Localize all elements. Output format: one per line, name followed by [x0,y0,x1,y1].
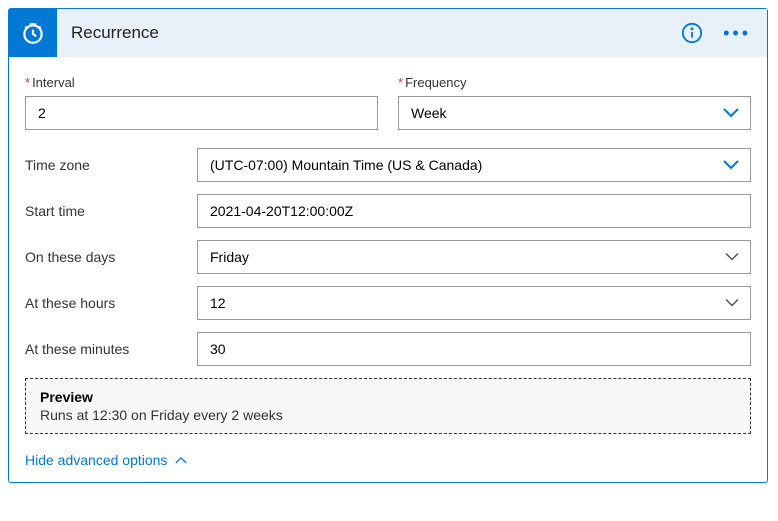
info-icon [681,22,703,44]
on-days-select[interactable]: Friday [197,240,751,274]
hide-advanced-options-link[interactable]: Hide advanced options [25,452,187,468]
card-body: *Interval *Frequency Week T [9,57,767,482]
start-time-label: Start time [25,203,197,219]
on-days-label: On these days [25,249,197,265]
interval-label: *Interval [25,75,378,90]
interval-field: *Interval [25,75,378,130]
frequency-select[interactable]: Week [398,96,751,130]
required-asterisk: * [398,75,403,90]
preview-box: Preview Runs at 12:30 on Friday every 2 … [25,378,751,434]
interval-frequency-row: *Interval *Frequency Week [25,75,751,130]
interval-label-text: Interval [32,75,75,90]
start-time-input[interactable] [197,194,751,228]
card-header: Recurrence ••• [9,9,767,57]
chevron-up-icon [175,454,187,466]
preview-text: Runs at 12:30 on Friday every 2 weeks [40,407,736,423]
at-minutes-row: At these minutes [25,332,751,366]
preview-title: Preview [40,389,736,405]
frequency-field: *Frequency Week [398,75,751,130]
info-button[interactable] [679,20,705,46]
at-minutes-input[interactable] [197,332,751,366]
on-days-value: Friday [210,249,249,265]
required-asterisk: * [25,75,30,90]
at-hours-row: At these hours 12 [25,286,751,320]
timezone-value: (UTC-07:00) Mountain Time (US & Canada) [210,157,482,173]
timezone-select[interactable]: (UTC-07:00) Mountain Time (US & Canada) [197,148,751,182]
interval-input[interactable] [25,96,378,130]
timezone-label: Time zone [25,157,197,173]
recurrence-card: Recurrence ••• *Interval *Frequency [8,8,768,483]
toggle-label: Hide advanced options [25,452,167,468]
clock-icon [9,9,57,57]
ellipsis-icon: ••• [723,23,751,43]
frequency-value: Week [411,105,447,121]
start-time-row: Start time [25,194,751,228]
more-button[interactable]: ••• [719,23,755,44]
at-hours-select[interactable]: 12 [197,286,751,320]
at-hours-value: 12 [210,295,226,311]
timezone-row: Time zone (UTC-07:00) Mountain Time (US … [25,148,751,182]
at-hours-label: At these hours [25,295,197,311]
at-minutes-label: At these minutes [25,341,197,357]
frequency-label-text: Frequency [405,75,466,90]
card-title: Recurrence [57,23,679,43]
on-days-row: On these days Friday [25,240,751,274]
frequency-label: *Frequency [398,75,751,90]
